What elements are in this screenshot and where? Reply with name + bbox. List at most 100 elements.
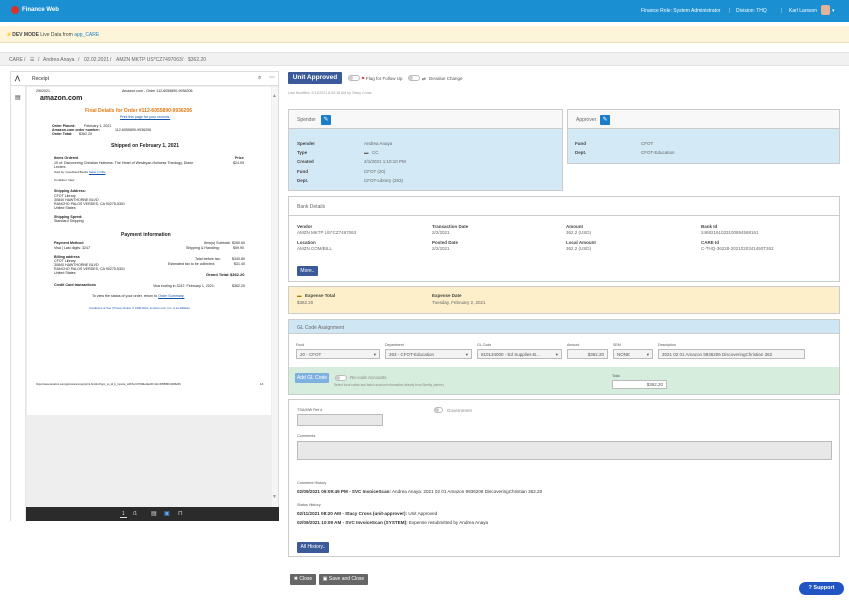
type-label: Type [297, 150, 308, 155]
receipt-url: https://www.amazon.com/gp/css/summary/pr… [36, 383, 181, 386]
approver-header: Approver ✎ [568, 110, 839, 129]
created-value: 2/1/2021 1:10:10 PM [364, 159, 406, 164]
breadcrumb-sep: / [24, 57, 26, 63]
gl-dept-select[interactable]: 263 - CFOT-Education ▾ [385, 349, 472, 359]
page-icon[interactable]: ▤ [151, 510, 157, 517]
gl-code-select[interactable]: 810134000 - Ed Supplies-B... ▾ [477, 349, 562, 359]
separator: | [729, 8, 731, 14]
more-button[interactable]: More.. [297, 266, 318, 276]
receipt-footer: Conditions of Use | Privacy Notice © 199… [89, 306, 190, 310]
avatar[interactable] [821, 5, 830, 15]
sold-by-text: Sold by: Goodfood Books [54, 170, 89, 174]
breadcrumb-care[interactable]: CARE [9, 57, 23, 63]
item-title: 15 of: Discovering Christian Holiness: T… [54, 161, 194, 165]
devalue-label: Devalue Change [429, 76, 463, 81]
gl-total-label: Total [612, 374, 620, 378]
government-checkbox[interactable] [434, 407, 443, 413]
breadcrumb: CARE / ☰ / Andrea Anaya / 02.02.2021 / A… [0, 52, 849, 66]
amazon-logo: amazon.com [40, 95, 83, 102]
breadcrumb-spender[interactable]: Andrea Anaya [43, 57, 74, 63]
care-id-label: CARE Id [701, 240, 719, 245]
spender-header-label: Spender [297, 117, 316, 123]
chevron-down-icon[interactable]: ▾ [832, 8, 835, 14]
dept-label: Dept. [297, 178, 309, 183]
print-icon[interactable]: ⊓ [178, 510, 183, 517]
item-condition: Condition: New [54, 178, 75, 182]
breadcrumb-vendor[interactable]: AMZN MKTP US*CZ7497063 [116, 57, 182, 63]
payment-heading: Payment information [121, 232, 171, 238]
shipped-heading: Shipped on February 1, 2021 [111, 143, 180, 149]
page-number-input[interactable]: 1 [120, 511, 127, 518]
amount-label: Amount [566, 224, 583, 229]
chevron-down-icon: ▾ [373, 352, 376, 357]
close-icon: ✖ [293, 576, 298, 582]
gl-description-input[interactable]: 2021 02 01 Amazon 9936206 DiscoveringChr… [658, 349, 805, 359]
chevron-down-icon: ▾ [555, 352, 558, 357]
order-summary-link[interactable]: Order Summary. [158, 294, 184, 298]
comments-textarea[interactable] [297, 441, 832, 460]
transaction-date-value: 2/2/2021 [432, 230, 450, 235]
approver-fund-label: Fund [575, 141, 586, 146]
breadcrumb-sep: / [182, 57, 184, 63]
government-label: Government [447, 408, 472, 413]
tsa-input[interactable] [297, 414, 383, 426]
gl-amount-input[interactable]: $362.20 [567, 349, 608, 359]
breadcrumb-date[interactable]: 02.02.2021 [84, 57, 109, 63]
approver-dept-value: CFOT-Education [641, 150, 675, 155]
transaction-date-label: Transaction Date [432, 224, 469, 229]
finance-role[interactable]: Finance Role: System Administrator [641, 8, 720, 14]
bank-details-header: Bank Details [289, 197, 839, 216]
edit-spender-icon[interactable]: ✎ [321, 115, 331, 125]
search-icon[interactable]: ⌕ [258, 75, 261, 82]
recode-toggle[interactable] [335, 375, 347, 381]
total-before-tax-value: $340.80 [232, 257, 245, 261]
last-modified: Last Modified: 2/11/2021 8:20:18 AM by S… [288, 91, 372, 95]
devalue-toggle[interactable] [408, 75, 420, 81]
breadcrumb-sep: / [78, 57, 80, 63]
attachment-icon[interactable]: ▤ [15, 94, 21, 101]
scroll-down-icon[interactable]: ▼ [272, 494, 277, 500]
division-selector[interactable]: Division: THQ [736, 8, 767, 14]
vendor-label: Vendor [297, 224, 313, 229]
menu-icon[interactable]: ⋯ [269, 74, 275, 81]
bank-details-panel: Bank Details Vendor AMZN MKTP US*CZ74970… [288, 196, 840, 282]
gl-sem-select[interactable]: NONE ▾ [613, 349, 653, 359]
receipt-date: 2/6/2021 [36, 89, 50, 93]
grand-total: $362.20 [230, 272, 245, 277]
gl-fund-select[interactable]: 20 - CFOT ▾ [296, 349, 380, 359]
item-price: $24.09 [233, 161, 244, 165]
print-link[interactable]: Print this page for your records. [120, 115, 170, 119]
all-history-button[interactable]: All History.. [297, 542, 329, 553]
save-and-close-label: Save and Close [328, 576, 365, 582]
seller-profile-link[interactable]: Seller profile [89, 170, 106, 174]
gl-code-panel: GL Code Assignment Fund 20 - CFOT ▾ Depar… [288, 319, 840, 395]
app-title[interactable]: Finance Web [22, 7, 59, 13]
adobe-icon[interactable]: ⋀ [15, 75, 20, 82]
vendor-value: AMZN MKTP US*CZ7497063 [297, 230, 357, 235]
page-total: /1 [133, 511, 138, 517]
final-details-heading: Final Details for Order #112-6055890-993… [85, 108, 193, 114]
created-label: Created [297, 159, 314, 164]
data-source-link[interactable]: app_CARE [74, 32, 99, 38]
comments-label: Comments [297, 434, 316, 438]
spender-value: Andrea Anaya [364, 141, 393, 146]
shipping-address-line: United States [54, 206, 76, 210]
status-badge[interactable]: Unit Approved [288, 72, 342, 84]
viewer-scrollbar[interactable]: ▲ ▼ [272, 87, 278, 507]
gl-fund-label: Fund [296, 343, 305, 347]
support-button[interactable]: ? Support [799, 582, 844, 595]
scroll-up-icon[interactable]: ▲ [272, 93, 277, 99]
comment-history-label: Comment History [297, 481, 327, 485]
edit-approver-icon[interactable]: ✎ [600, 115, 610, 125]
follow-up-toggle[interactable] [348, 75, 360, 81]
save-and-close-button[interactable]: ▣ Save and Close [319, 574, 368, 585]
viewer-toolbar: ⋀ Receipt ⌕ ⋯ [11, 72, 278, 86]
list-icon[interactable]: ☰ [30, 57, 34, 63]
close-button[interactable]: ✖ Close [290, 574, 316, 585]
user-name[interactable]: Karl Larsson [789, 8, 817, 14]
dev-mode-banner: ⚡DEV MODE Live Data from app_CARE [0, 26, 849, 43]
add-gl-code-button[interactable]: Add GL Code [295, 373, 329, 383]
bank-id-value: 24692161033100894588161 [701, 230, 759, 235]
save-icon[interactable]: ▣ [164, 510, 170, 517]
grand-total-label: Grand Total: [206, 272, 230, 277]
